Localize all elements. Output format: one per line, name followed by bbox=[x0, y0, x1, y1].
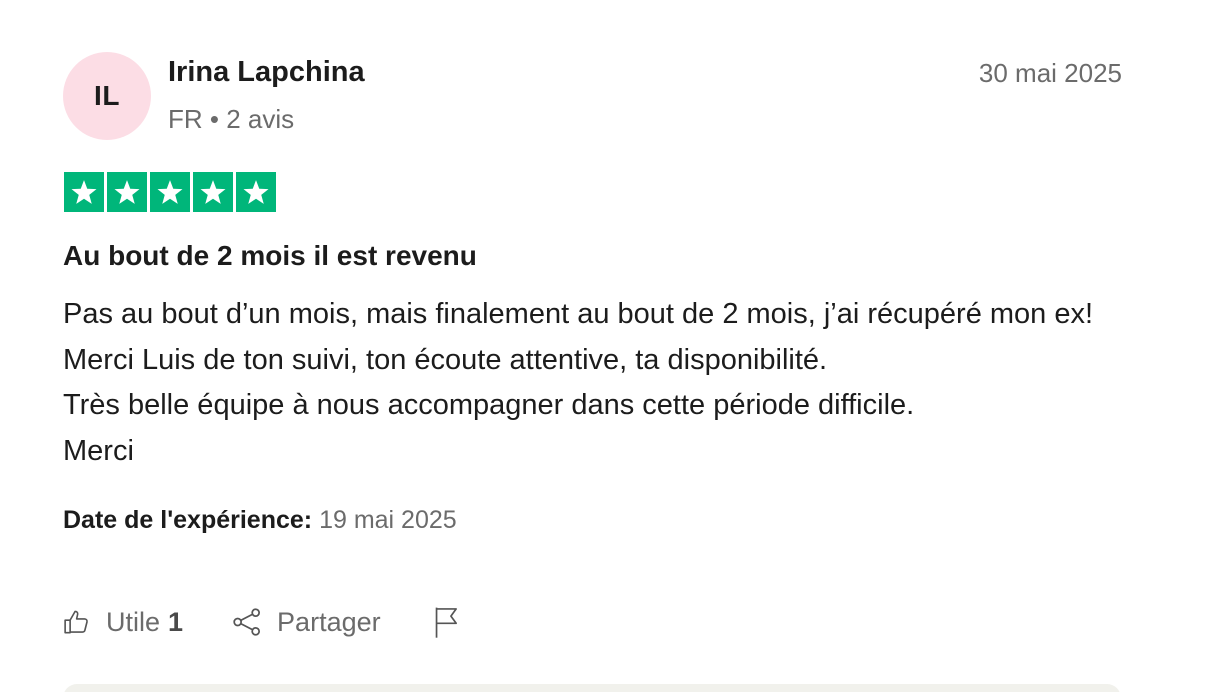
helpful-count: 1 bbox=[168, 606, 184, 637]
share-icon bbox=[231, 606, 263, 638]
review-card: IL Irina Lapchina FR • 2 avis 30 mai 202… bbox=[0, 0, 1222, 692]
star-rating bbox=[64, 172, 276, 212]
review-title: Au bout de 2 mois il est revenu bbox=[63, 240, 477, 271]
experience-date-label: Date de l'expérience: bbox=[63, 506, 313, 534]
star-icon bbox=[236, 172, 276, 212]
experience-date: Date de l'expérience: 19 mai 2025 bbox=[63, 506, 457, 535]
thumbs-up-icon bbox=[62, 607, 92, 637]
star-icon bbox=[107, 172, 147, 212]
avatar[interactable]: IL bbox=[63, 52, 151, 140]
share-label: Partager bbox=[277, 606, 381, 637]
avatar-initials: IL bbox=[94, 80, 120, 111]
helpful-label: Utile bbox=[106, 606, 161, 637]
reply-panel bbox=[63, 684, 1121, 692]
review-body-paragraph: Pas au bout d’un mois, mais finalement a… bbox=[63, 298, 1094, 376]
star-icon bbox=[150, 172, 190, 212]
star-icon bbox=[193, 172, 233, 212]
helpful-button[interactable]: Utile 1 bbox=[62, 607, 183, 638]
share-button[interactable]: Partager bbox=[231, 606, 381, 638]
reviewer-meta: FR • 2 avis bbox=[168, 104, 295, 134]
review-body-paragraph: Très belle équipe à nous accompagner dan… bbox=[63, 389, 915, 421]
flag-icon bbox=[431, 605, 463, 639]
reviewer-name[interactable]: Irina Lapchina bbox=[168, 56, 365, 89]
report-button[interactable] bbox=[431, 605, 463, 639]
experience-date-value: 19 mai 2025 bbox=[319, 506, 457, 534]
review-body-paragraph: Merci bbox=[63, 434, 134, 467]
review-date: 30 mai 2025 bbox=[978, 58, 1122, 88]
review-body: Pas au bout d’un mois, mais finalement a… bbox=[63, 292, 1143, 474]
review-actions: Utile 1 Partager bbox=[62, 601, 463, 643]
star-icon bbox=[64, 172, 104, 212]
